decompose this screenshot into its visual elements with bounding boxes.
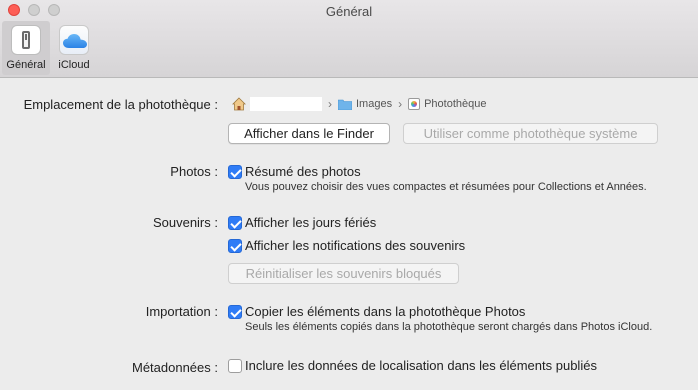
path-separator-icon: ›: [398, 97, 403, 111]
summarize-photos-label: Résumé des photos: [245, 164, 361, 179]
toolbar-tab-icloud-label: iCloud: [58, 59, 90, 71]
copy-items-label: Copier les éléments dans la photothèque …: [245, 304, 526, 319]
show-in-finder-button[interactable]: Afficher dans le Finder: [228, 123, 390, 144]
memory-notifications-checkbox[interactable]: [228, 239, 242, 253]
icloud-icon: [59, 25, 89, 55]
path-item-library: Photothèque: [424, 98, 487, 110]
summarize-photos-checkbox[interactable]: [228, 165, 242, 179]
include-location-label: Inclure les données de localisation dans…: [245, 358, 597, 373]
include-location-checkbox[interactable]: [228, 359, 242, 373]
memory-notifications-label: Afficher les notifications des souvenirs: [245, 238, 466, 253]
path-separator-icon: ›: [328, 97, 332, 111]
home-icon: [232, 97, 246, 111]
toolbar-tab-general[interactable]: Général: [2, 21, 50, 75]
library-path-breadcrumb[interactable]: › Images › Photothèque: [232, 96, 486, 112]
summarize-photos-help: Vous pouvez choisir des vues compactes e…: [245, 181, 647, 193]
photos-section-label: Photos :: [170, 164, 218, 179]
folder-icon: [337, 99, 353, 110]
metadata-section-label: Métadonnées :: [131, 360, 218, 375]
toolbar-tab-icloud[interactable]: iCloud: [50, 21, 98, 75]
preferences-content: Emplacement de la photothèque : › Images…: [0, 79, 698, 390]
general-switch-icon: [11, 25, 41, 55]
copy-items-checkbox[interactable]: [228, 305, 242, 319]
path-item-images: Images: [356, 98, 393, 110]
copy-items-help: Seuls les éléments copiés dans la photot…: [245, 321, 653, 333]
toolbar-tab-general-label: Général: [6, 59, 46, 71]
library-location-label: Emplacement de la photothèque :: [23, 97, 218, 112]
photo-library-icon: [408, 98, 421, 110]
home-folder-name: [250, 97, 322, 111]
memories-section-label: Souvenirs :: [152, 215, 218, 230]
title-bar: Général Général iCloud: [0, 0, 698, 78]
use-as-system-library-button[interactable]: Utiliser comme photothèque système: [403, 123, 658, 144]
reset-blocked-memories-button[interactable]: Réinitialiser les souvenirs bloqués: [228, 263, 459, 284]
show-holidays-label: Afficher les jours fériés: [245, 215, 377, 230]
window-title: Général: [325, 4, 373, 19]
show-holidays-checkbox[interactable]: [228, 216, 242, 230]
import-section-label: Importation :: [145, 304, 218, 319]
